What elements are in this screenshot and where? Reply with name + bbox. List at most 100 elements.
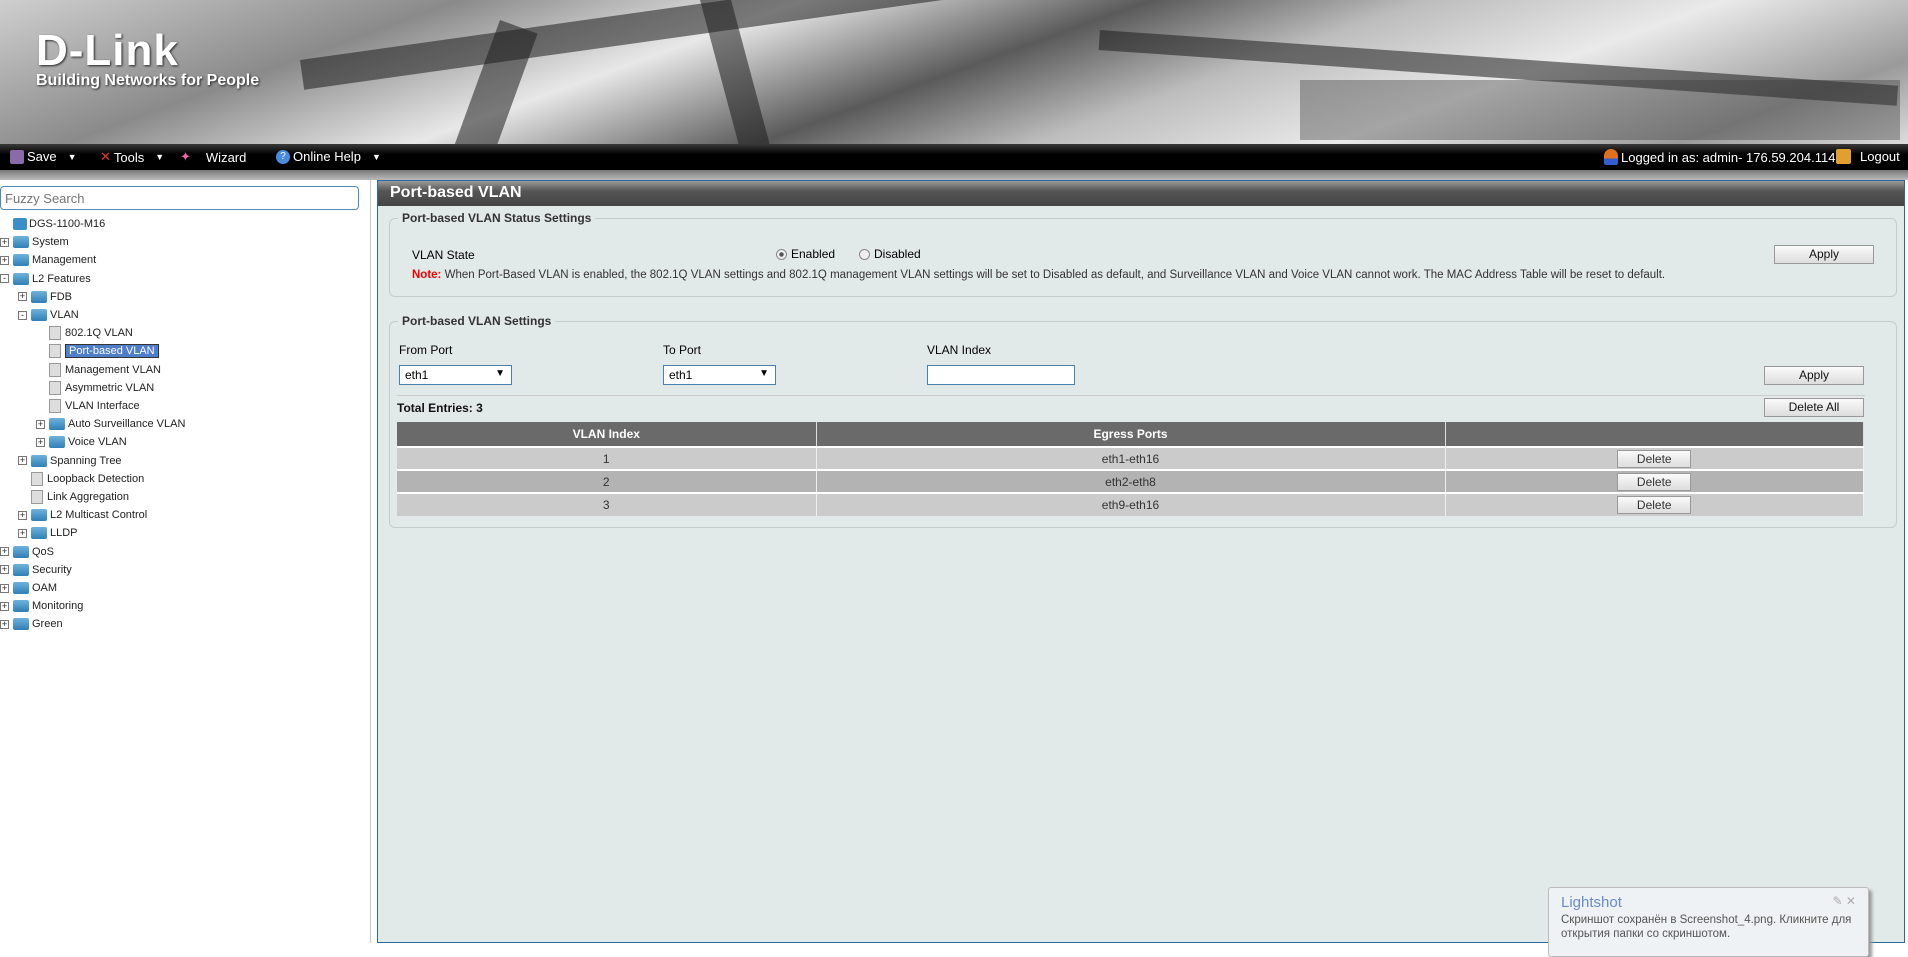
sidebar-item[interactable]: + Spanning Tree: [18, 452, 122, 470]
expand-icon[interactable]: +: [36, 419, 45, 429]
lightshot-message: Скриншот сохранён в Screenshot_4.png. Кл…: [1561, 914, 1852, 940]
folder-icon: [31, 290, 47, 303]
page-icon: [49, 326, 61, 341]
sidebar-item[interactable]: + L2 Multicast Control: [18, 506, 147, 524]
note-label: Note:: [412, 269, 442, 281]
folder-icon: [31, 454, 47, 467]
sidebar-item[interactable]: + System: [0, 233, 69, 251]
delete-button[interactable]: Delete: [1617, 496, 1692, 514]
folder-icon: [49, 418, 65, 431]
tools-menu[interactable]: ✕ Tools ▼: [100, 149, 164, 165]
dropdown-arrow-icon: ▼: [759, 368, 769, 379]
toolbar-divider: [0, 170, 1908, 180]
sidebar-item[interactable]: DGS-1100-M16: [0, 215, 105, 233]
collapse-icon[interactable]: -: [0, 274, 9, 284]
expand-icon[interactable]: +: [0, 583, 9, 593]
expand-icon[interactable]: +: [0, 255, 9, 265]
note-body: When Port-Based VLAN is enabled, the 802…: [441, 269, 1666, 281]
note-text: Note: When Port-Based VLAN is enabled, t…: [412, 269, 1665, 281]
enabled-label: Enabled: [791, 247, 836, 261]
sidebar-item-label: Link Aggregation: [47, 491, 129, 503]
delete-button[interactable]: Delete: [1617, 449, 1692, 468]
table-header: VLAN Index Egress Ports: [397, 422, 1864, 447]
page-icon: [49, 344, 61, 359]
vlan-state-label: VLAN State: [412, 248, 475, 262]
main-panel: Port-based VLAN Port-based VLAN Status S…: [377, 180, 1905, 943]
sidebar-item-label: L2 Multicast Control: [50, 509, 148, 522]
radio-checked-icon: [776, 248, 787, 260]
sidebar-item[interactable]: Loopback Detection: [18, 470, 144, 488]
user-info: Logged in as: admin- 176.59.204.114: [1604, 149, 1835, 165]
radio-disabled[interactable]: Disabled: [859, 247, 921, 261]
delete-button[interactable]: Delete: [1617, 472, 1692, 491]
folder-icon: [13, 600, 29, 613]
expand-icon[interactable]: +: [18, 456, 27, 466]
tools-label: Tools: [113, 149, 145, 165]
user-icon: [1604, 149, 1618, 165]
lightshot-title: Lightshot: [1561, 894, 1622, 911]
vlan-index-cell: 1: [397, 446, 817, 470]
sidebar-item[interactable]: Link Aggregation: [18, 488, 129, 506]
sidebar: DGS-1100-M16 + System + Management - L2 Featur…: [0, 180, 371, 943]
to-port-label: To Port: [663, 343, 702, 357]
sidebar-item[interactable]: + Management: [0, 251, 96, 269]
sidebar-item[interactable]: + Security: [0, 561, 72, 579]
sidebar-item[interactable]: Asymmetric VLAN: [36, 379, 154, 397]
settings-apply-button[interactable]: Apply: [1764, 366, 1864, 385]
fuzzy-search-input[interactable]: [0, 186, 359, 210]
save-menu[interactable]: Save ▼: [10, 149, 77, 164]
vlan-index-input[interactable]: [927, 365, 1075, 385]
expand-icon[interactable]: +: [18, 292, 27, 302]
sidebar-item[interactable]: - L2 Features: [0, 270, 91, 288]
from-port-select[interactable]: eth1 ▼: [399, 365, 512, 385]
egress-ports-cell: eth9-eth16: [816, 492, 1446, 516]
expand-icon[interactable]: +: [18, 528, 27, 538]
sidebar-item[interactable]: + OAM: [0, 579, 57, 597]
sidebar-item-label: Green: [32, 618, 63, 631]
sidebar-item[interactable]: + FDB: [18, 288, 72, 306]
expand-icon[interactable]: +: [0, 601, 9, 611]
expand-icon[interactable]: +: [0, 565, 9, 575]
disabled-label: Disabled: [874, 247, 921, 261]
sidebar-item[interactable]: + Auto Surveillance VLAN: [36, 415, 185, 433]
sidebar-item-label: Management: [32, 254, 97, 267]
sidebar-item[interactable]: VLAN Interface: [36, 397, 140, 415]
wizard-button[interactable]: ✦ Wizard: [180, 149, 246, 165]
sidebar-item[interactable]: - VLAN: [18, 306, 79, 324]
sidebar-item[interactable]: Port-based VLAN: [36, 342, 159, 360]
sidebar-item[interactable]: + Green: [0, 615, 63, 633]
sidebar-item[interactable]: + LLDP: [18, 524, 78, 542]
status-apply-button[interactable]: Apply: [1774, 245, 1874, 264]
folder-icon: [31, 527, 47, 540]
toolbar: Save ▼ ✕ Tools ▼ ✦ Wizard ? Online Help ▼ Logg…: [0, 144, 1908, 170]
page-title: Port-based VLAN: [378, 181, 1904, 206]
sidebar-item[interactable]: Management VLAN: [36, 361, 161, 379]
from-port-label: From Port: [399, 343, 453, 357]
page-icon: [31, 490, 43, 504]
expand-icon[interactable]: +: [0, 547, 9, 557]
lightshot-notification[interactable]: Lightshot ✎ ✕ Скриншот сохранён в Screen…: [1548, 887, 1869, 957]
sidebar-item[interactable]: + Voice VLAN: [36, 433, 127, 451]
sidebar-item[interactable]: 802.1Q VLAN: [36, 324, 133, 342]
sidebar-item[interactable]: + QoS: [0, 543, 54, 561]
expand-icon[interactable]: +: [36, 437, 45, 447]
delete-all-button[interactable]: Delete All: [1764, 398, 1864, 417]
expand-icon[interactable]: +: [0, 619, 9, 629]
collapse-icon[interactable]: -: [18, 310, 27, 320]
logout-button[interactable]: Logout: [1836, 149, 1900, 164]
sidebar-item-label: 802.1Q VLAN: [65, 327, 133, 340]
radio-enabled[interactable]: Enabled: [776, 247, 835, 261]
logged-in-text: Logged in as: admin- 176.59.204.114: [1621, 149, 1836, 165]
column-vlan-index: VLAN Index: [397, 422, 817, 447]
expand-icon[interactable]: +: [0, 237, 9, 247]
expand-icon[interactable]: +: [18, 510, 27, 520]
online-help-menu[interactable]: ? Online Help ▼: [276, 149, 381, 164]
action-cell: Delete: [1445, 469, 1864, 493]
column-egress-ports: Egress Ports: [816, 422, 1446, 447]
sidebar-item-label: Spanning Tree: [50, 454, 122, 467]
sidebar-item[interactable]: + Monitoring: [0, 597, 83, 615]
table-row: 1 eth1-eth16 Delete: [397, 446, 1864, 470]
close-icon[interactable]: ✎ ✕: [1833, 894, 1856, 908]
to-port-select[interactable]: eth1 ▼: [663, 365, 776, 385]
vlan-table: VLAN Index Egress Ports 1 eth1-eth16 Delet…: [397, 422, 1864, 516]
